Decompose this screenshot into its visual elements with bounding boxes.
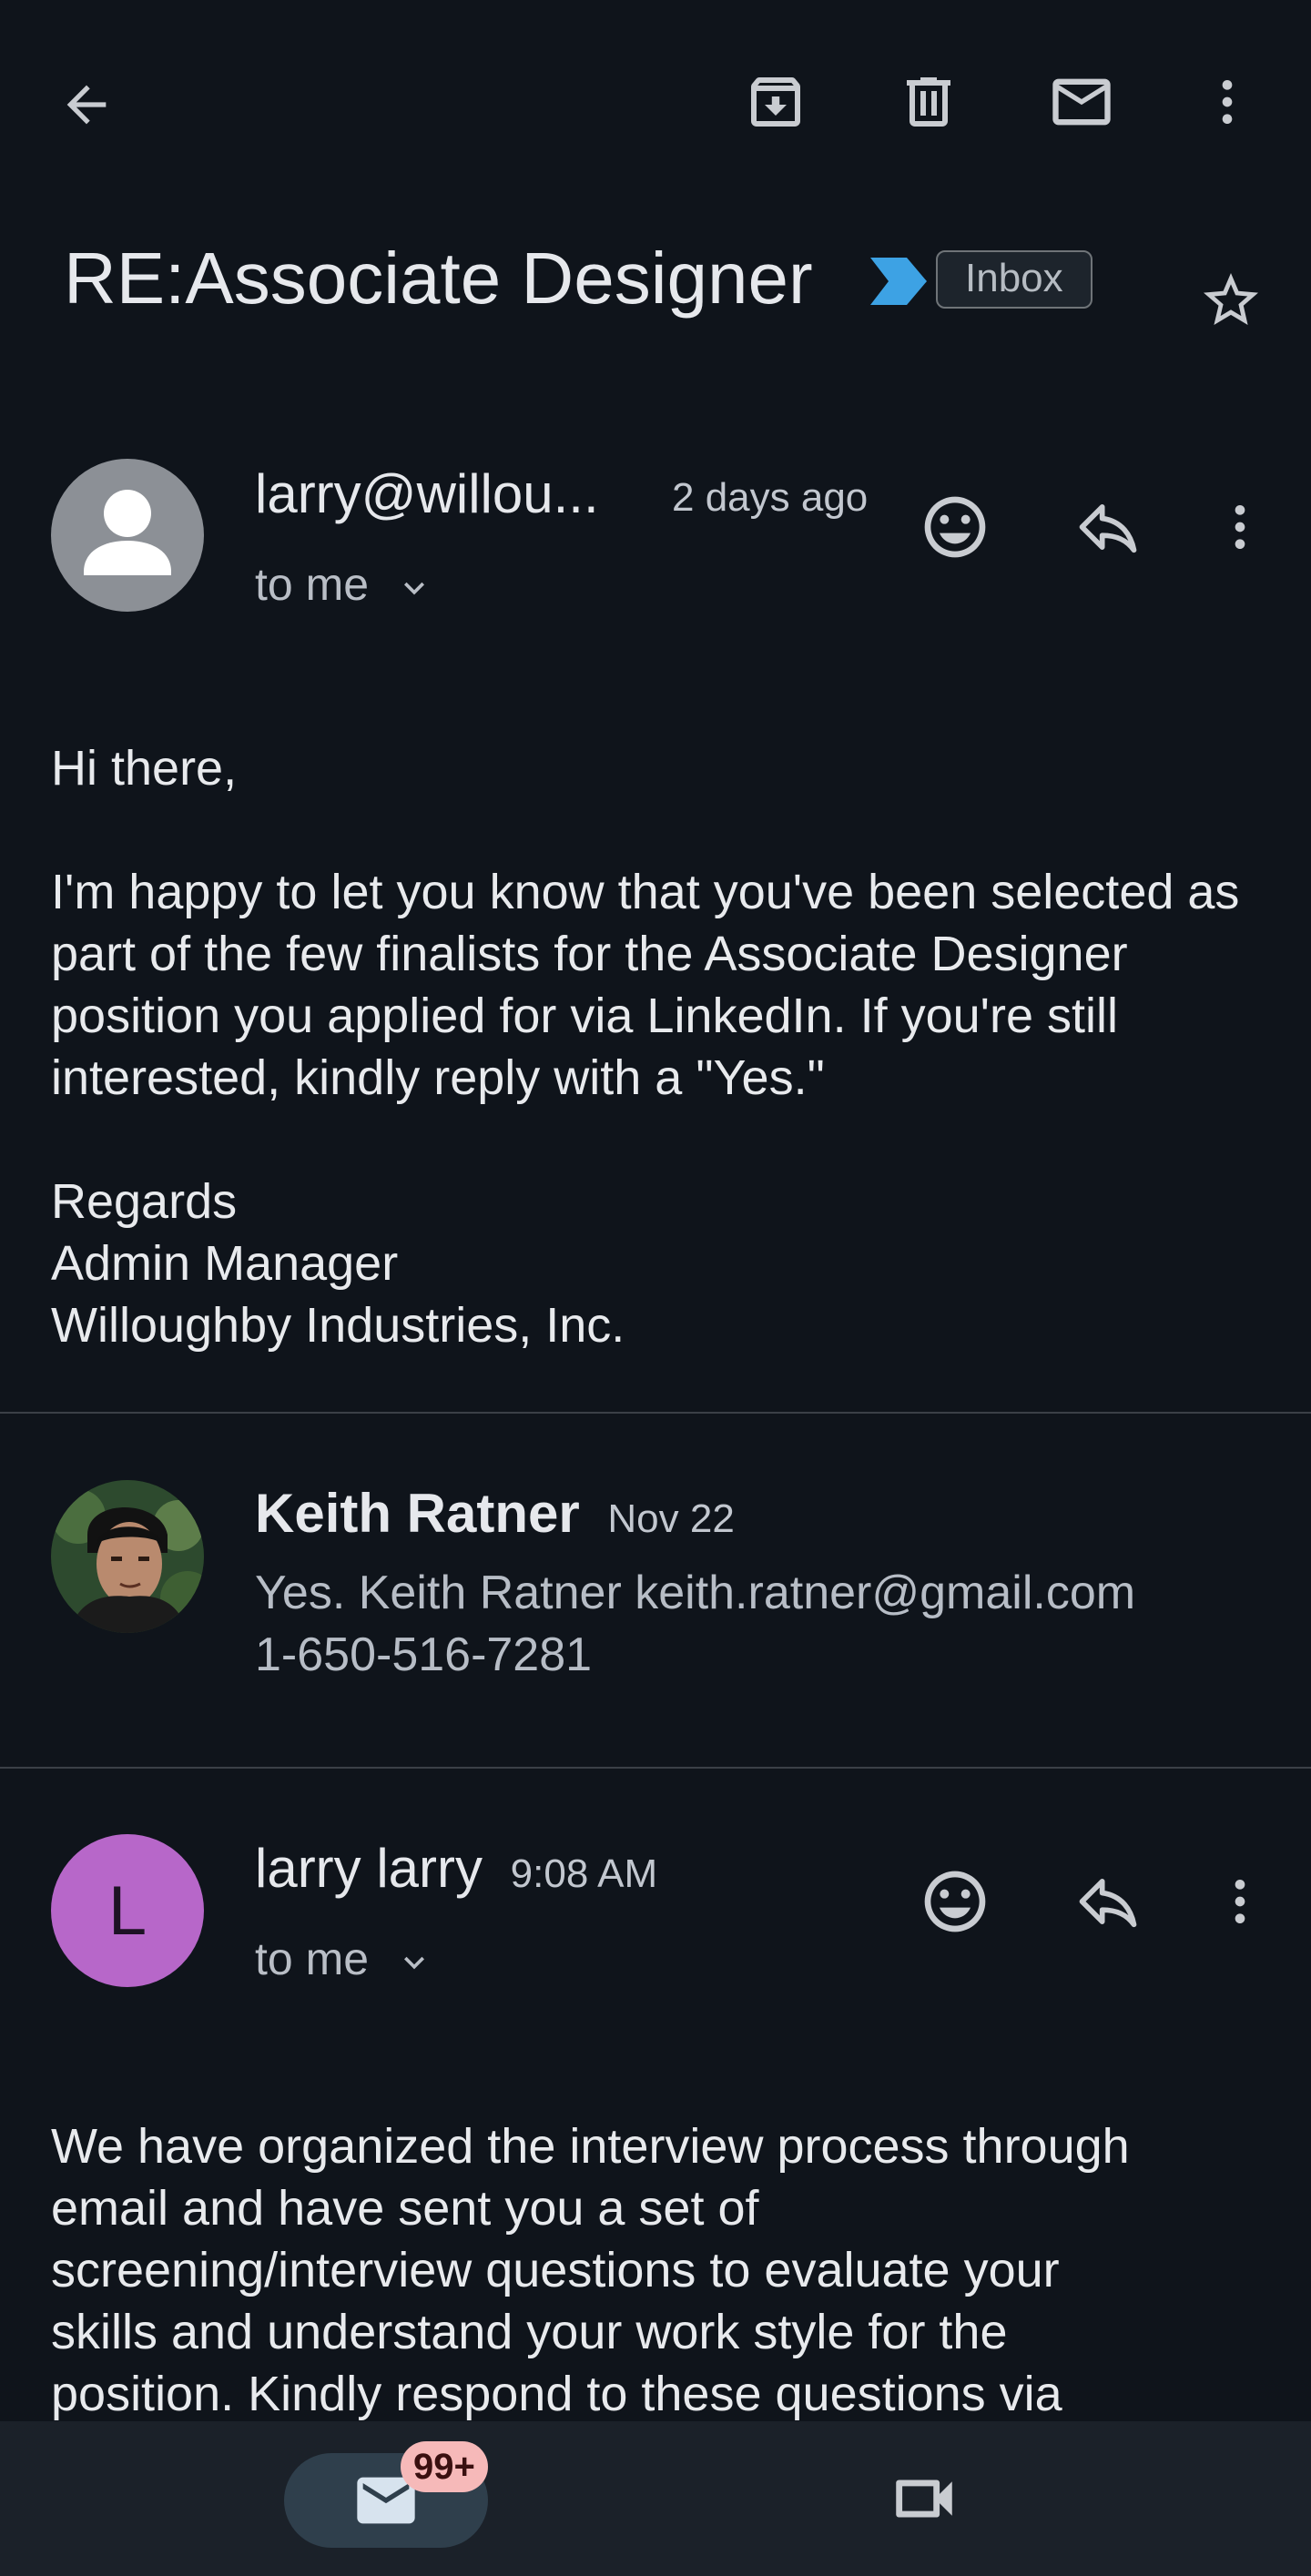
email-subject: RE:Associate Designer xyxy=(64,238,813,319)
reply-button[interactable] xyxy=(1067,1861,1149,1942)
body-line: email and have sent you a set of xyxy=(51,2181,759,2236)
arrow-left-icon xyxy=(66,85,107,125)
body-line: position. Kindly respond to these questi… xyxy=(51,2367,1062,2421)
recipient-toggle[interactable]: to me xyxy=(255,1932,434,1986)
chevron-down-icon xyxy=(403,582,424,595)
sender-name-text: larry larry xyxy=(255,1838,483,1899)
mark-unread-button[interactable] xyxy=(1045,66,1118,138)
recipient-label: to me xyxy=(255,1933,370,1984)
recipient-label: to me xyxy=(255,559,370,610)
signature-company: Willoughby Industries, Inc. xyxy=(51,1298,625,1353)
body-line: skills and understand your work style fo… xyxy=(51,2305,1008,2359)
body-line: We have organized the interview process … xyxy=(51,2119,1130,2174)
back-button[interactable] xyxy=(50,68,123,141)
archive-button[interactable] xyxy=(739,66,812,138)
body-line: screening/interview questions to evaluat… xyxy=(51,2243,1060,2297)
delete-button[interactable] xyxy=(892,66,965,138)
divider xyxy=(0,1767,1311,1769)
unread-count-badge: 99+ xyxy=(401,2441,488,2492)
sender-name: larry@willou... xyxy=(255,463,599,524)
more-vert-icon xyxy=(1235,505,1245,549)
inbox-label-chip[interactable]: Inbox xyxy=(936,250,1092,309)
bottom-navigation xyxy=(0,2421,1311,2576)
greeting: Hi there, xyxy=(51,741,238,796)
sender-name: Keith Ratner Nov 22 xyxy=(255,1482,735,1551)
message-more-button[interactable] xyxy=(1204,486,1276,568)
message-time: Nov 22 xyxy=(607,1496,735,1541)
trash-icon xyxy=(907,77,950,127)
chevron-down-icon xyxy=(403,1956,424,1970)
emoji-icon xyxy=(924,496,986,558)
nav-meet-tab[interactable] xyxy=(883,2458,965,2540)
person-icon xyxy=(84,490,171,575)
body-paragraph: I'm happy to let you know that you've be… xyxy=(51,865,1240,1105)
important-marker-icon xyxy=(870,258,927,309)
message-more-button[interactable] xyxy=(1204,1861,1276,1942)
message-time: 9:08 AM xyxy=(510,1851,658,1896)
star-button[interactable] xyxy=(1194,264,1267,337)
sender-name-text: Keith Ratner xyxy=(255,1483,580,1544)
signoff: Regards xyxy=(51,1174,238,1229)
message-body: We have organized the interview process … xyxy=(51,2115,1271,2425)
preview-line: Yes. Keith Ratner keith.ratner@gmail.com xyxy=(255,1567,1136,1619)
react-emoji-button[interactable] xyxy=(914,486,996,568)
archive-icon xyxy=(751,77,800,127)
react-emoji-button[interactable] xyxy=(914,1861,996,1942)
preview-line: 1-650-516-7281 xyxy=(255,1628,593,1681)
reply-icon xyxy=(1079,1878,1137,1928)
video-camera-icon xyxy=(896,2480,952,2518)
avatar-letter: L xyxy=(107,1871,147,1950)
message-time: 2 days ago xyxy=(672,475,869,520)
signature-title: Admin Manager xyxy=(51,1236,399,1291)
avatar-photo xyxy=(51,1480,204,1633)
star-outline-icon xyxy=(1204,273,1258,325)
more-options-button[interactable] xyxy=(1191,66,1264,138)
emoji-icon xyxy=(924,1871,986,1932)
reply-button[interactable] xyxy=(1067,486,1149,568)
reply-icon xyxy=(1079,503,1137,553)
mail-icon xyxy=(1052,78,1111,126)
message-preview: Yes. Keith Ratner keith.ratner@gmail.com… xyxy=(255,1562,1284,1686)
sender-avatar[interactable]: L xyxy=(51,1834,204,1987)
sender-avatar-photo[interactable] xyxy=(51,1480,204,1633)
recipient-toggle[interactable]: to me xyxy=(255,557,434,612)
sender-name: larry larry 9:08 AM xyxy=(255,1837,657,1906)
sender-avatar[interactable] xyxy=(51,459,204,612)
more-vert-icon xyxy=(1222,80,1233,124)
message-body: Hi there, I'm happy to let you know that… xyxy=(51,737,1262,1356)
more-vert-icon xyxy=(1235,1880,1245,1923)
